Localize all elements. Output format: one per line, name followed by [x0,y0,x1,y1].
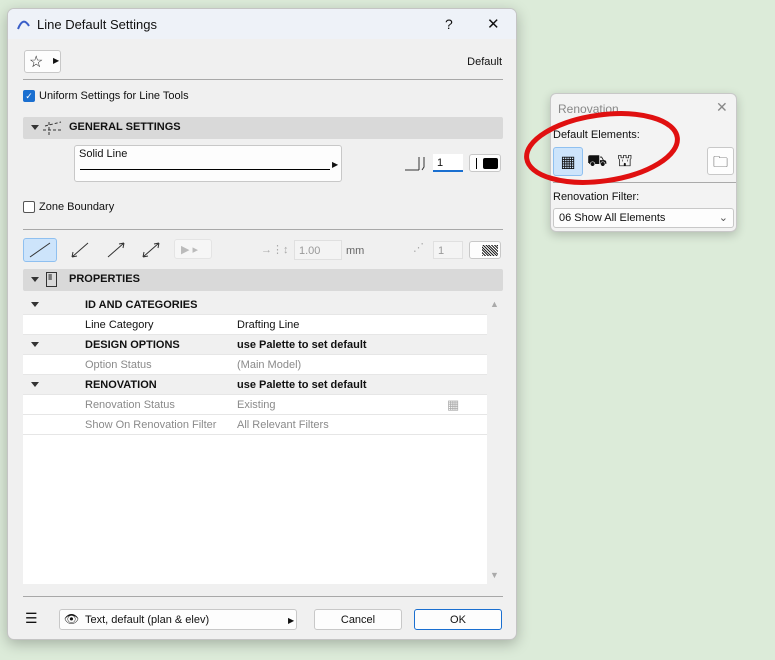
uniform-settings-checkbox[interactable]: ✓ [23,90,35,102]
line-type-selector[interactable]: Solid Line ▶ [74,145,342,182]
general-settings-header[interactable]: GENERAL SETTINGS [23,117,503,139]
line-tool-icon [17,20,30,30]
preset-name: Default [467,56,502,68]
section-title: GENERAL SETTINGS [69,121,181,133]
eye-icon: 👁 [64,612,80,626]
favorites-button[interactable]: ☆ ▶ [24,50,61,73]
divider [23,229,503,230]
properties-header[interactable]: ≡ ≡ PROPERTIES [23,269,503,291]
collapse-icon [31,125,39,130]
star-icon: ☆ [29,54,44,71]
pen-number-input[interactable]: 1 [433,154,463,172]
property-row: Renovation Status Existing ▦ [23,395,487,415]
layer-icon: ☰ [25,610,38,626]
arrow-right-icon: ▶ [288,616,295,625]
arrow-fill-button[interactable] [469,241,501,259]
pen-color-button[interactable] [469,154,501,172]
property-row: Option Status (Main Model) [23,355,487,375]
zone-boundary-checkbox[interactable] [23,201,35,213]
arrow-right-icon: ▶ [53,56,60,65]
arrow-pen-input[interactable]: 1 [433,241,463,259]
line-preview [80,169,330,170]
arrow-both-button[interactable] [135,239,165,261]
renovation-filter-label: Renovation Filter: [553,191,640,203]
arrow-pen-icon: ⋰ [413,242,424,254]
dialog-title: Line Default Settings [37,17,157,32]
group-row[interactable]: RENOVATION use Palette to set default [23,375,487,395]
arrow-size-icon: →⋮↕ [261,244,289,256]
zone-boundary-label: Zone Boundary [39,201,115,213]
uniform-settings-label: Uniform Settings for Line Tools [39,90,189,102]
line-settings-icon [43,121,63,136]
brick-wall-icon: ▦ [447,397,460,412]
close-button[interactable]: ✕ [487,15,500,33]
filter-value: 06 Show All Elements [559,212,666,224]
arrow-start-button[interactable] [64,239,94,261]
arrow-size-unit: mm [346,245,365,257]
arrow-right-icon: ▶ [332,160,339,169]
ok-button[interactable]: OK [414,609,502,630]
divider [23,79,503,80]
folders-icon: 🗀 [712,154,728,171]
arrowhead-type-button[interactable]: ▶ ▸ [174,239,212,259]
group-row[interactable]: DESIGN OPTIONS use Palette to set default [23,335,487,355]
title-bar: Line Default Settings ? ✕ [8,9,516,39]
arrow-size-input[interactable]: 1.00 [294,240,342,260]
line-type-name: Solid Line [79,148,128,160]
renovation-settings-button[interactable]: 🗀 [707,147,734,175]
palette-close-button[interactable]: ✕ [716,99,728,116]
help-button[interactable]: ? [445,16,453,32]
property-row: Show On Renovation Filter All Relevant Fi… [23,415,487,435]
arrow-end-button[interactable] [100,239,130,261]
line-default-settings-dialog: Line Default Settings ? ✕ ☆ ▶ Default ✓ … [7,8,517,640]
section-title: PROPERTIES [69,273,140,285]
chevron-down-icon: ⌄ [718,212,728,224]
layer-name: Text, default (plan & elev) [85,614,210,626]
line-no-arrow-button[interactable] [23,238,57,262]
layer-selector[interactable]: 👁 Text, default (plan & elev) ▶ [59,609,297,630]
highlight-circle [524,111,680,185]
group-row[interactable]: ID AND CATEGORIES [23,295,487,315]
scrollbar[interactable]: ▲ ▼ [487,295,503,584]
document-icon: ≡ ≡ [46,272,57,287]
pen-icon [405,157,425,171]
cancel-button[interactable]: Cancel [314,609,402,630]
renovation-filter-dropdown[interactable]: 06 Show All Elements ⌄ [553,208,734,228]
divider [23,596,503,597]
property-row[interactable]: Line Category Drafting Line [23,315,487,335]
collapse-icon [31,277,39,282]
